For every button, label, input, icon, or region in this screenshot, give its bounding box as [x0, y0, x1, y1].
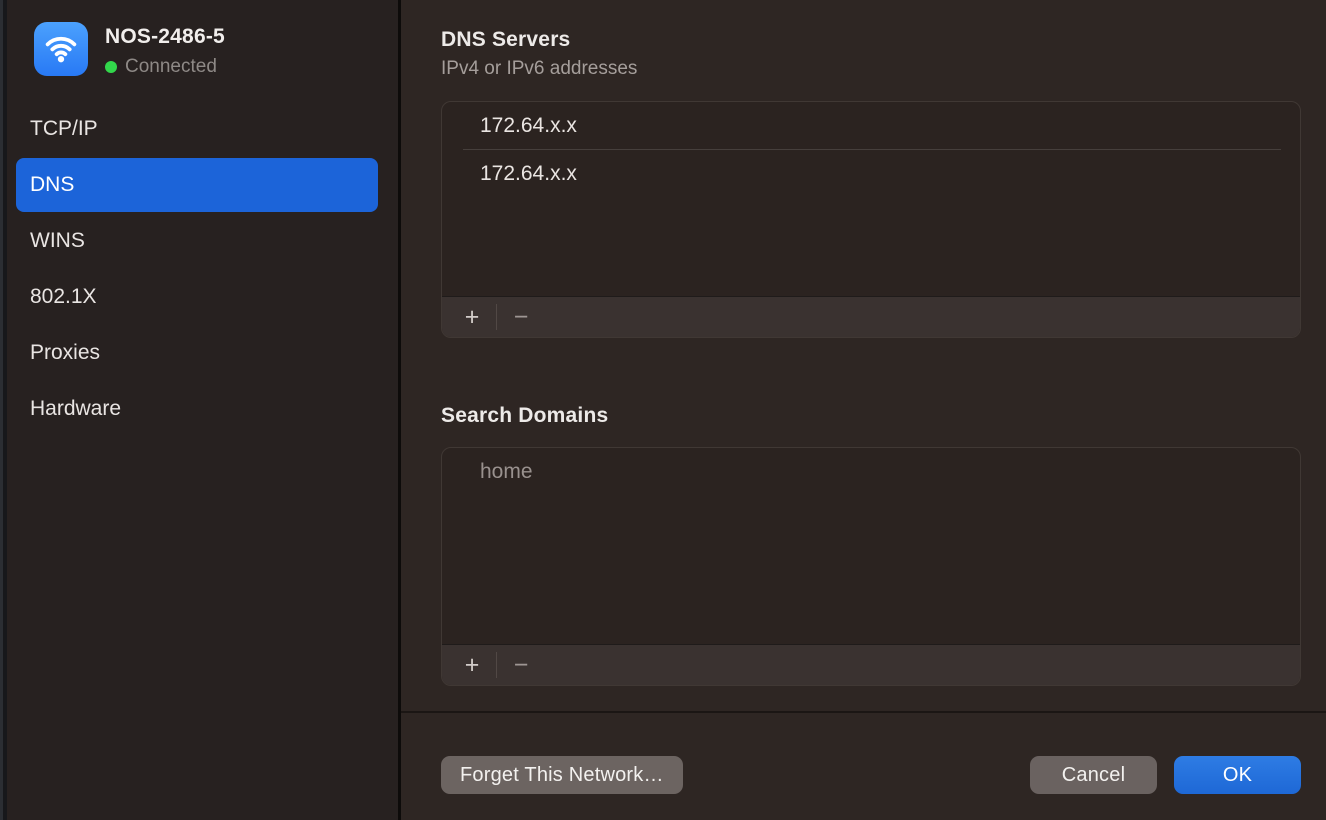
dns-servers-rows: 172.64.x.x 172.64.x.x: [442, 102, 1300, 296]
network-details-window: NOS-2486-5 Connected TCP/IP DNS WINS 802…: [0, 0, 1326, 820]
connected-dot-icon: [105, 61, 117, 73]
search-domains-remove-button[interactable]: −: [503, 645, 539, 685]
control-separator: [496, 304, 497, 330]
connected-label: Connected: [125, 56, 217, 78]
ok-button[interactable]: OK: [1174, 756, 1301, 794]
search-domains-header: Search Domains: [441, 404, 1301, 428]
dns-server-row-1[interactable]: 172.64.x.x: [442, 102, 1300, 149]
dns-settings-pane: DNS Servers IPv4 or IPv6 addresses 172.6…: [401, 0, 1326, 820]
dns-servers-title: DNS Servers: [441, 28, 1301, 52]
wifi-icon: [34, 22, 88, 76]
cancel-button[interactable]: Cancel: [1030, 756, 1157, 794]
search-domains-add-button[interactable]: +: [454, 645, 490, 685]
sidebar-item-wins[interactable]: WINS: [16, 214, 378, 268]
dns-server-value-1: 172.64.x.x: [480, 114, 577, 138]
dns-server-value-2: 172.64.x.x: [480, 162, 577, 186]
search-domain-value-1: home: [480, 460, 533, 484]
action-buttons: Cancel OK: [1030, 756, 1301, 794]
forget-network-button[interactable]: Forget This Network…: [441, 756, 683, 794]
search-domains-rows: home: [442, 448, 1300, 644]
sidebar-item-hardware[interactable]: Hardware: [16, 382, 378, 436]
sidebar-menu: TCP/IP DNS WINS 802.1X Proxies Hardware: [0, 102, 398, 436]
action-bar: Forget This Network… Cancel OK: [401, 713, 1326, 820]
sidebar-item-dns[interactable]: DNS: [16, 158, 378, 212]
network-name: NOS-2486-5: [105, 25, 225, 49]
search-domains-title: Search Domains: [441, 404, 1301, 428]
sidebar: NOS-2486-5 Connected TCP/IP DNS WINS 802…: [0, 0, 401, 820]
dns-servers-list: 172.64.x.x 172.64.x.x + −: [441, 101, 1301, 338]
dns-servers-subtitle: IPv4 or IPv6 addresses: [441, 58, 1301, 80]
search-domains-list: home + −: [441, 447, 1301, 686]
dns-list-controls: + −: [442, 296, 1300, 337]
search-domain-row-1[interactable]: home: [442, 448, 1300, 495]
dns-servers-header: DNS Servers IPv4 or IPv6 addresses: [441, 28, 1301, 80]
sidebar-item-tcpip[interactable]: TCP/IP: [16, 102, 378, 156]
network-status: Connected: [105, 56, 225, 78]
network-header: NOS-2486-5 Connected: [34, 22, 398, 78]
network-info: NOS-2486-5 Connected: [105, 22, 225, 78]
dns-settings-scroll-area: DNS Servers IPv4 or IPv6 addresses 172.6…: [401, 0, 1326, 711]
dns-remove-button[interactable]: −: [503, 297, 539, 337]
sidebar-item-8021x[interactable]: 802.1X: [16, 270, 378, 324]
sidebar-item-proxies[interactable]: Proxies: [16, 326, 378, 380]
dns-server-row-2[interactable]: 172.64.x.x: [442, 150, 1300, 197]
control-separator: [496, 652, 497, 678]
search-domains-controls: + −: [442, 644, 1300, 685]
dns-add-button[interactable]: +: [454, 297, 490, 337]
